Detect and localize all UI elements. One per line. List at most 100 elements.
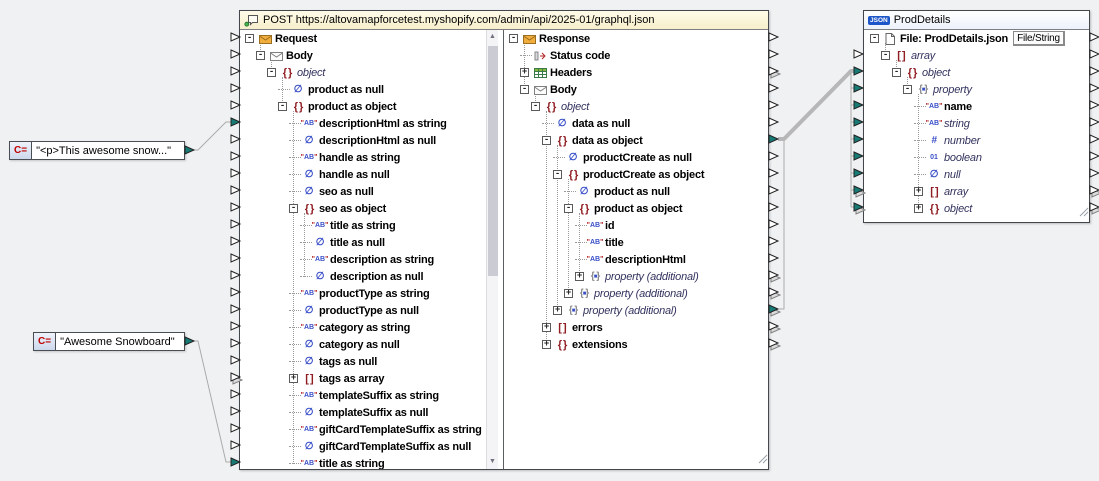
connector[interactable] <box>1090 203 1099 211</box>
tree-row-extensions[interactable]: +{ }extensions <box>504 336 768 353</box>
expand-toggle[interactable]: + <box>520 68 529 77</box>
connector[interactable] <box>1090 67 1099 75</box>
tree-row-id[interactable]: "AB"id <box>504 217 768 234</box>
scroll-down-button[interactable]: ▼ <box>487 455 498 469</box>
expand-toggle[interactable]: + <box>289 374 298 383</box>
tree-row-product-as-object[interactable]: -{ }product as object <box>240 98 486 115</box>
scroll-up-button[interactable]: ▲ <box>487 30 498 44</box>
connector-connected[interactable] <box>854 186 863 194</box>
connector[interactable] <box>1090 186 1099 194</box>
connector-connected[interactable] <box>854 84 863 92</box>
tree-row-file-proddetails-json[interactable]: -File: ProdDetails.jsonFile/String <box>864 30 1089 47</box>
expand-toggle[interactable]: + <box>914 187 923 196</box>
connector[interactable] <box>769 254 778 262</box>
connector[interactable] <box>769 271 778 279</box>
connector[interactable] <box>854 50 863 58</box>
data-object-to-prodetails-object[interactable] <box>778 71 855 139</box>
connector[interactable] <box>769 203 778 211</box>
tree-row-headers[interactable]: +Headers <box>504 64 768 81</box>
tree-row-property-additional[interactable]: +{■}property (additional) <box>504 285 768 302</box>
connector-connected[interactable] <box>854 152 863 160</box>
tree-row-tags-as-null[interactable]: ∅tags as null <box>240 353 486 370</box>
connector[interactable] <box>769 237 778 245</box>
connector-connected[interactable] <box>854 118 863 126</box>
constant-component-description[interactable]: C= "<p>This awesome snow..." <box>9 141 185 160</box>
expand-toggle[interactable]: + <box>553 306 562 315</box>
tree-row-producttype-as-null[interactable]: ∅productType as null <box>240 302 486 319</box>
tree-row-title-as-string[interactable]: "AB"title as string <box>240 455 486 469</box>
tree-row-title-as-string[interactable]: "AB"title as string <box>240 217 486 234</box>
tree-row-handle-as-null[interactable]: ∅handle as null <box>240 166 486 183</box>
tree-row-giftcardtemplatesuffix-as-string[interactable]: "AB"giftCardTemplateSuffix as string <box>240 421 486 438</box>
tree-row-body[interactable]: -Body <box>240 47 486 64</box>
collapse-toggle[interactable]: - <box>509 34 518 43</box>
file-string-button[interactable]: File/String <box>1013 31 1065 46</box>
tree-row-handle-as-string[interactable]: "AB"handle as string <box>240 149 486 166</box>
expand-toggle[interactable]: + <box>542 323 551 332</box>
collapse-toggle[interactable]: - <box>903 85 912 94</box>
collapse-toggle[interactable]: - <box>881 51 890 60</box>
connector-connected[interactable] <box>185 337 194 345</box>
tree-row-boolean[interactable]: 01boolean <box>864 149 1089 166</box>
constant1-to-descriptionHtml[interactable] <box>194 122 232 150</box>
connector-connected[interactable] <box>769 135 778 143</box>
tree-row-descriptionhtml[interactable]: "AB"descriptionHtml <box>504 251 768 268</box>
connector-connected[interactable] <box>854 67 863 75</box>
tree-row-property[interactable]: -{■}property <box>864 81 1089 98</box>
collapse-toggle[interactable]: - <box>520 85 529 94</box>
webservice-component[interactable]: POST https://altovamapforcetest.myshopif… <box>239 10 769 470</box>
collapse-toggle[interactable]: - <box>256 51 265 60</box>
connector[interactable] <box>1090 50 1099 58</box>
tree-row-seo-as-object[interactable]: -{ }seo as object <box>240 200 486 217</box>
tree-row-object[interactable]: +{ }object <box>864 200 1089 217</box>
connector[interactable] <box>769 50 778 58</box>
tree-row-status-code[interactable]: Status code <box>504 47 768 64</box>
tree-row-descriptionhtml-as-null[interactable]: ∅descriptionHtml as null <box>240 132 486 149</box>
connector[interactable] <box>769 186 778 194</box>
connector[interactable] <box>1090 135 1099 143</box>
collapse-toggle[interactable]: - <box>564 204 573 213</box>
tree-row-object[interactable]: -{ }object <box>864 64 1089 81</box>
tree-row-productcreate-as-null[interactable]: ∅productCreate as null <box>504 149 768 166</box>
collapse-toggle[interactable]: - <box>892 68 901 77</box>
expand-toggle[interactable]: + <box>542 340 551 349</box>
proddetails-component[interactable]: JSON ProdDetails -File: ProdDetails.json… <box>863 10 1090 223</box>
tree-row-category-as-string[interactable]: "AB"category as string <box>240 319 486 336</box>
tree-row-templatesuffix-as-string[interactable]: "AB"templateSuffix as string <box>240 387 486 404</box>
collapse-toggle[interactable]: - <box>267 68 276 77</box>
connector-connected[interactable] <box>769 305 778 313</box>
tree-row-object[interactable]: -{ }object <box>240 64 486 81</box>
connector[interactable] <box>769 33 778 41</box>
tree-row-number[interactable]: #number <box>864 132 1089 149</box>
tree-row-title[interactable]: "AB"title <box>504 234 768 251</box>
connector[interactable] <box>769 152 778 160</box>
collapse-toggle[interactable]: - <box>542 136 551 145</box>
connector-connected[interactable] <box>185 146 194 154</box>
tree-row-product-as-object[interactable]: -{ }product as object <box>504 200 768 217</box>
tree-row-descriptionhtml-as-string[interactable]: "AB"descriptionHtml as string <box>240 115 486 132</box>
tree-row-giftcardtemplatesuffix-as-null[interactable]: ∅giftCardTemplateSuffix as null <box>240 438 486 455</box>
tree-row-request[interactable]: -Request <box>240 30 486 47</box>
collapse-toggle[interactable]: - <box>278 102 287 111</box>
collapse-toggle[interactable]: - <box>531 102 540 111</box>
connector[interactable] <box>769 84 778 92</box>
tree-row-body[interactable]: -Body <box>504 81 768 98</box>
tree-row-product-as-null[interactable]: ∅product as null <box>504 183 768 200</box>
expand-toggle[interactable]: + <box>564 289 573 298</box>
collapse-toggle[interactable]: - <box>289 204 298 213</box>
connector[interactable] <box>769 288 778 296</box>
connector-connected[interactable] <box>854 135 863 143</box>
tree-row-array[interactable]: -[ ]array <box>864 47 1089 64</box>
proddetails-titlebar[interactable]: JSON ProdDetails <box>864 11 1089 30</box>
connector-connected[interactable] <box>854 203 863 211</box>
resize-grip[interactable] <box>1077 204 1089 222</box>
copy-all-source-child[interactable] <box>779 141 784 309</box>
tree-row-producttype-as-string[interactable]: "AB"productType as string <box>240 285 486 302</box>
tree-row-array[interactable]: +[ ]array <box>864 183 1089 200</box>
connector[interactable] <box>769 339 778 347</box>
connector[interactable] <box>769 220 778 228</box>
tree-row-title-as-null[interactable]: ∅title as null <box>240 234 486 251</box>
connector-connected[interactable] <box>854 101 863 109</box>
webservice-titlebar[interactable]: POST https://altovamapforcetest.myshopif… <box>240 11 768 30</box>
collapse-toggle[interactable]: - <box>245 34 254 43</box>
